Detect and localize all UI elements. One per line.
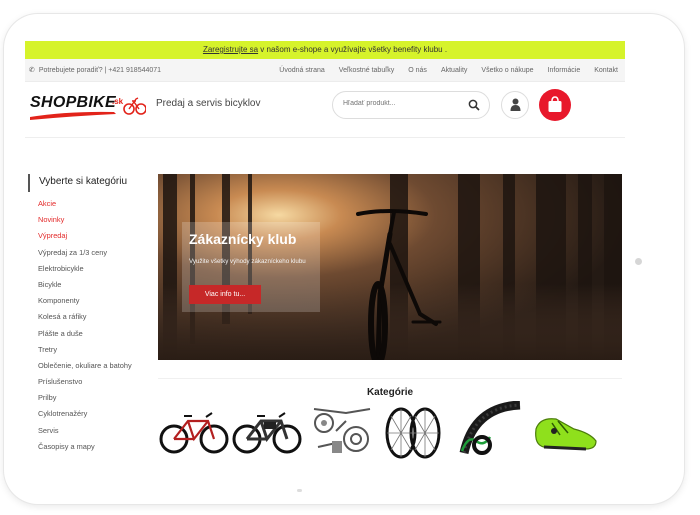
sidebar-item-tretry[interactable]: Tretry bbox=[28, 342, 144, 358]
e-bike-icon bbox=[232, 412, 302, 454]
category-sidebar: Vyberte si kategóriu Akcie Novinky Výpre… bbox=[28, 174, 144, 455]
promo-bar: Zaregistrujte sa v našom e-shope a využí… bbox=[25, 41, 625, 59]
tablet-side-button bbox=[635, 258, 642, 265]
sidebar-item-akcie[interactable]: Akcie bbox=[28, 196, 144, 212]
category-cycling-shoes[interactable] bbox=[530, 401, 602, 461]
sidebar-item-novinky[interactable]: Novinky bbox=[28, 212, 144, 228]
sidebar-item-servis[interactable]: Servis bbox=[28, 423, 144, 439]
category-components[interactable] bbox=[306, 401, 378, 461]
sidebar-item-vypredaj-tretina[interactable]: Výpredaj za 1/3 ceny bbox=[28, 245, 144, 261]
sidebar-item-bicykle[interactable]: Bicykle bbox=[28, 277, 144, 293]
shopbike-logo[interactable]: SHOPBIKE .sk bbox=[28, 94, 146, 122]
search-icon[interactable] bbox=[468, 99, 480, 111]
top-nav: Úvodná strana Veľkostné tabuľky O nás Ak… bbox=[272, 67, 625, 74]
help-text: Potrebujete poradiť? | +421 918544071 bbox=[38, 66, 162, 74]
search-box bbox=[332, 91, 490, 119]
category-tires[interactable] bbox=[454, 400, 526, 461]
tagline: Predaj a servis bicyklov bbox=[156, 98, 261, 109]
header: SHOPBIKE .sk Predaj a servis bicyklov bbox=[25, 82, 625, 138]
category-e-bike[interactable] bbox=[231, 401, 303, 461]
more-info-button[interactable]: Viac info tu... bbox=[189, 285, 261, 304]
nav-size-charts[interactable]: Veľkostné tabuľky bbox=[332, 67, 401, 74]
shopping-bag-icon bbox=[548, 96, 562, 112]
nav-news[interactable]: Aktuality bbox=[434, 67, 474, 74]
top-bar: ✆ Potrebujete poradiť? | +421 918544071 … bbox=[25, 59, 625, 82]
sidebar-item-plaste[interactable]: Plášte a duše bbox=[28, 326, 144, 342]
nav-about[interactable]: O nás bbox=[401, 67, 434, 74]
user-icon bbox=[510, 98, 521, 111]
category-list: Akcie Novinky Výpredaj Výpredaj za 1/3 c… bbox=[28, 196, 144, 455]
categories-heading: Kategórie bbox=[366, 387, 414, 398]
webpage: Zaregistrujte sa v našom e-shope a využí… bbox=[25, 41, 625, 489]
sidebar-item-cyklotrenazery[interactable]: Cyklotrenažéry bbox=[28, 406, 144, 422]
help-contact: ✆ Potrebujete poradiť? | +421 918544071 bbox=[25, 66, 162, 75]
header-divider bbox=[25, 137, 625, 138]
cart-button[interactable] bbox=[539, 89, 571, 121]
section-divider bbox=[158, 378, 622, 379]
hero-banner: Zákaznícky klub Využite všetky výhody zá… bbox=[158, 174, 622, 360]
logo-suffix: .sk bbox=[112, 97, 124, 106]
sidebar-heading: Vyberte si kategóriu bbox=[28, 174, 144, 192]
search-input[interactable] bbox=[343, 100, 453, 107]
hero-text: Využite všetky výhody zákazníckeho klubu bbox=[189, 258, 306, 265]
hero-title: Zákaznícky klub bbox=[189, 231, 297, 247]
cycling-shoe-icon bbox=[535, 418, 597, 451]
tablet-bottom-dot bbox=[297, 489, 302, 492]
sidebar-item-oblecenie[interactable]: Oblečenie, okuliare a batohy bbox=[28, 358, 144, 374]
category-wheels[interactable] bbox=[379, 401, 451, 461]
sidebar-item-prislusenstvo[interactable]: Príslušenstvo bbox=[28, 374, 144, 390]
tires-icon bbox=[459, 400, 521, 455]
sidebar-item-prilby[interactable]: Prilby bbox=[28, 390, 144, 406]
phone-icon: ✆ bbox=[29, 67, 35, 74]
nav-contact[interactable]: Kontakt bbox=[587, 67, 625, 74]
sidebar-item-elektrobicykle[interactable]: Elektrobicykle bbox=[28, 261, 144, 277]
nav-information[interactable]: Informácie bbox=[541, 67, 588, 74]
sidebar-item-komponenty[interactable]: Komponenty bbox=[28, 293, 144, 309]
category-mountain-bike[interactable] bbox=[158, 401, 230, 461]
nav-shopping-info[interactable]: Všetko o nákupe bbox=[474, 67, 540, 74]
promo-text: v našom e-shope a využívajte všetky bene… bbox=[258, 45, 448, 54]
account-button[interactable] bbox=[501, 91, 529, 119]
category-tiles bbox=[158, 400, 625, 461]
logo-text: SHOPBIKE bbox=[30, 94, 116, 111]
customer-club-card: Zákaznícky klub Využite všetky výhody zá… bbox=[182, 222, 320, 312]
mountain-bike-icon bbox=[159, 412, 229, 454]
nav-home[interactable]: Úvodná strana bbox=[272, 67, 332, 74]
components-icon bbox=[313, 408, 371, 453]
register-link[interactable]: Zaregistrujte sa bbox=[203, 45, 258, 54]
sidebar-item-kolesa[interactable]: Kolesá a ráfiky bbox=[28, 309, 144, 325]
wheels-icon bbox=[385, 407, 441, 459]
sidebar-item-vypredaj[interactable]: Výpredaj bbox=[28, 228, 144, 244]
sidebar-item-casopisy[interactable]: Časopisy a mapy bbox=[28, 439, 144, 455]
